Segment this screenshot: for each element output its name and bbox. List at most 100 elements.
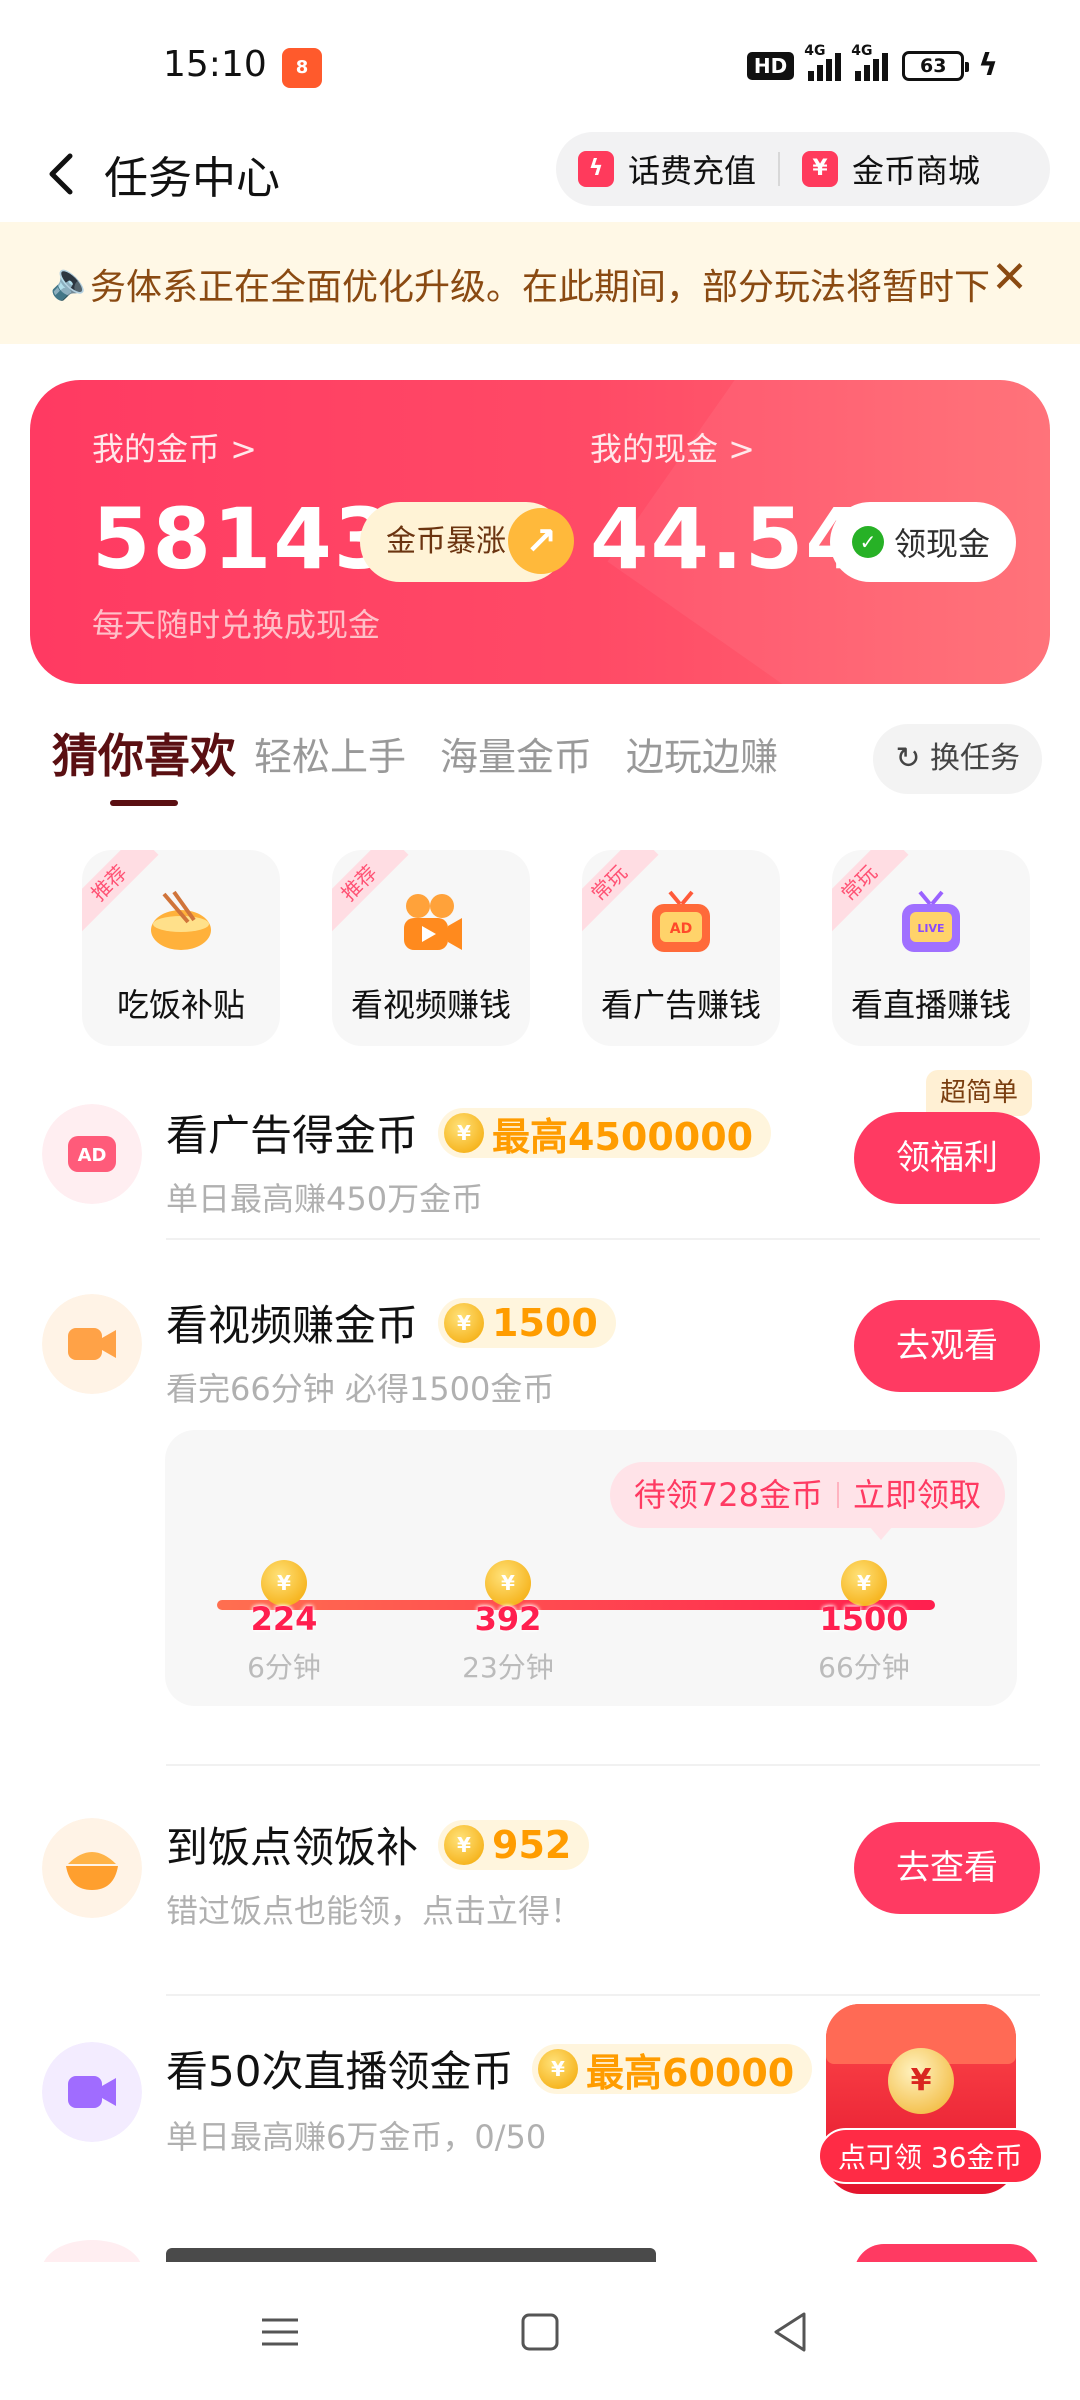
video-camera-icon xyxy=(404,894,462,950)
category-label: 看广告赚钱 xyxy=(600,986,761,1024)
coin-reward-badge: ¥ 最高60000 xyxy=(532,2044,813,2095)
coin-icon: ¥ xyxy=(538,2049,578,2089)
system-navigation-bar xyxy=(0,2262,1080,2400)
header-shortcuts: ϟ 话费充值 ¥ 金币商城 xyxy=(556,132,1050,206)
task-title: 看广告得金币 xyxy=(166,1111,419,1160)
battery-icon: 63 xyxy=(902,50,970,81)
refresh-icon: ↻ xyxy=(895,741,930,776)
task-subtitle: 单日最高赚6万金币，0/50 xyxy=(166,2118,547,2156)
up-arrow-icon: ↗ xyxy=(508,508,574,574)
bubble-tail xyxy=(869,1526,893,1540)
active-tab-indicator xyxy=(110,800,178,806)
coin-reward-badge: ¥ 1500 xyxy=(438,1298,616,1348)
speaker-icon: 🔈 xyxy=(50,261,95,302)
swap-tasks-button[interactable]: ↻ 换任务 xyxy=(873,724,1042,794)
task-title: 看视频赚金币 xyxy=(166,1301,419,1350)
my-coins-link[interactable]: 我的金币 > xyxy=(92,424,257,470)
row-divider xyxy=(166,1764,1040,1766)
milestone-time: 23分钟 xyxy=(462,1651,554,1684)
coin-reward-badge: ¥ 最高4500000 xyxy=(438,1108,772,1159)
category-watch-video[interactable]: 推荐 看视频赚钱 xyxy=(332,850,530,1046)
go-watch-button[interactable]: 去观看 xyxy=(854,1300,1040,1392)
wallet-card: 我的金币 > 58143 每天随时兑换成现金 金币暴涨 ↗ 我的现金 > 44.… xyxy=(30,380,1050,684)
bubble-separator xyxy=(836,1482,839,1508)
svg-text:AD: AD xyxy=(78,1145,107,1166)
milestone-value: 224 xyxy=(250,1600,318,1638)
go-check-button[interactable]: 去查看 xyxy=(854,1822,1040,1914)
coin-icon: ¥ xyxy=(444,1113,484,1153)
task-title: 看50次直播领金币 xyxy=(166,2047,514,2096)
claim-bubble[interactable]: 待领728金币 立即领取 xyxy=(609,1462,1005,1528)
category-label: 看视频赚钱 xyxy=(350,986,511,1024)
pending-coins-label: 待领728金币 xyxy=(633,1476,823,1514)
task-tabs: 猜你喜欢 轻松上手 海量金币 边玩边赚 ↻ 换任务 xyxy=(0,712,1080,812)
coin-reward-badge: ¥ 952 xyxy=(438,1820,590,1870)
coin-mall-button[interactable]: ¥ 金币商城 xyxy=(780,132,1002,206)
task-title: 到饭点领饭补 xyxy=(166,1823,419,1872)
task-watch-ads: AD 看广告得金币 ¥ 最高4500000 单日最高赚450万金币 超简单 领福… xyxy=(0,1070,1080,1240)
signal-icon-1: 4G xyxy=(804,43,842,81)
coins-value: 58143 xyxy=(92,490,395,588)
tab-easy-start[interactable]: 轻松上手 xyxy=(254,726,406,781)
coin-icon: ¥ xyxy=(444,1303,484,1343)
claim-now-link[interactable]: 立即领取 xyxy=(853,1462,981,1528)
signal-icon-2: 4G xyxy=(851,43,889,81)
ad-tv-icon: AD xyxy=(652,890,710,952)
close-icon[interactable]: ✕ xyxy=(991,252,1028,303)
milestone: ¥ 1500 66分钟 xyxy=(799,1560,929,1686)
phone-recharge-button[interactable]: ϟ 话费充值 xyxy=(556,132,778,206)
withdraw-cash-label: 领现金 xyxy=(894,525,991,563)
coin-reward-value: 最高4500000 xyxy=(492,1114,754,1159)
coin-medal-icon: ¥ xyxy=(888,2048,954,2114)
milestone-value: 1500 xyxy=(819,1600,909,1638)
noodle-bowl-icon xyxy=(151,890,211,950)
task-subtitle: 看完66分钟 必得1500金币 xyxy=(166,1370,555,1408)
status-time: 15:10 xyxy=(163,44,267,85)
yen-ticket-icon: ¥ xyxy=(802,151,839,187)
status-icons: HD 4G 4G 63 ϟ xyxy=(746,43,998,83)
coin-reward-value: 最高60000 xyxy=(586,2050,795,2095)
live-camera-icon xyxy=(42,2042,142,2142)
charging-icon: ϟ xyxy=(978,48,998,83)
svg-text:LIVE: LIVE xyxy=(917,922,944,935)
my-cash-link[interactable]: 我的现金 > xyxy=(590,424,755,470)
task-subtitle: 单日最高赚450万金币 xyxy=(166,1180,484,1218)
rice-bowl-icon xyxy=(42,1818,142,1918)
ad-icon: AD xyxy=(42,1104,142,1204)
chest-reward-label[interactable]: 点可领 36金币 xyxy=(818,2128,1043,2184)
video-camera-icon xyxy=(42,1294,142,1394)
task-subtitle: 错过饭点也能领，点击立得！ xyxy=(166,1892,583,1930)
svg-text:AD: AD xyxy=(670,921,692,937)
coin-reward-value: 1500 xyxy=(492,1301,598,1345)
task-meal-subsidy: 到饭点领饭补 ¥ 952 错过饭点也能领，点击立得！ 去查看 xyxy=(0,1806,1080,1946)
tab-play-and-earn[interactable]: 边玩边赚 xyxy=(626,726,778,781)
category-meal-subsidy[interactable]: 推荐 吃饭补贴 xyxy=(82,850,280,1046)
tab-guess-you-like[interactable]: 猜你喜欢 xyxy=(52,720,236,786)
tab-massive-coins[interactable]: 海量金币 xyxy=(440,726,592,781)
milestone-time: 6分钟 xyxy=(247,1651,321,1684)
row-divider xyxy=(166,1238,1040,1240)
back-arrow-icon[interactable] xyxy=(36,144,96,204)
row-divider xyxy=(166,1994,1040,1996)
category-watch-ads[interactable]: 常玩 AD 看广告赚钱 xyxy=(582,850,780,1046)
claim-welfare-button[interactable]: 领福利 xyxy=(854,1112,1040,1204)
milestone-value: 392 xyxy=(474,1600,542,1638)
milestone-time: 66分钟 xyxy=(818,1651,910,1684)
menu-icon[interactable] xyxy=(250,2302,310,2362)
coin-mall-label: 金币商城 xyxy=(852,152,981,190)
coin-icon: ¥ xyxy=(444,1825,484,1865)
category-watch-live[interactable]: 常玩 LIVE 看直播赚钱 xyxy=(832,850,1030,1046)
task-watch-video: 看视频赚金币 ¥ 1500 看完66分钟 必得1500金币 去观看 xyxy=(0,1286,1080,1426)
withdraw-cash-button[interactable]: ✓ 领现金 xyxy=(830,502,1017,582)
home-icon[interactable] xyxy=(510,2302,570,2362)
back-triangle-icon[interactable] xyxy=(760,2302,820,2362)
notice-text: 务体系正在全面优化升级。在此期间，部分玩法将暂时下线 xyxy=(90,267,990,308)
phone-recharge-label: 话费充值 xyxy=(628,152,757,190)
video-progress-panel: 待领728金币 立即领取 ¥ 224 6分钟 ¥ 392 23分钟 ¥ 1500… xyxy=(165,1430,1017,1706)
hd-icon: HD xyxy=(746,51,795,80)
milestone: ¥ 224 6分钟 xyxy=(219,1560,349,1686)
top-header: 任务中心 ϟ 话费充值 ¥ 金币商城 xyxy=(0,130,1080,220)
milestone: ¥ 392 23分钟 xyxy=(443,1560,573,1686)
status-bar: 15:10 8 HD 4G 4G 63 ϟ xyxy=(0,0,1080,130)
cash-value: 44.54 xyxy=(590,490,866,588)
